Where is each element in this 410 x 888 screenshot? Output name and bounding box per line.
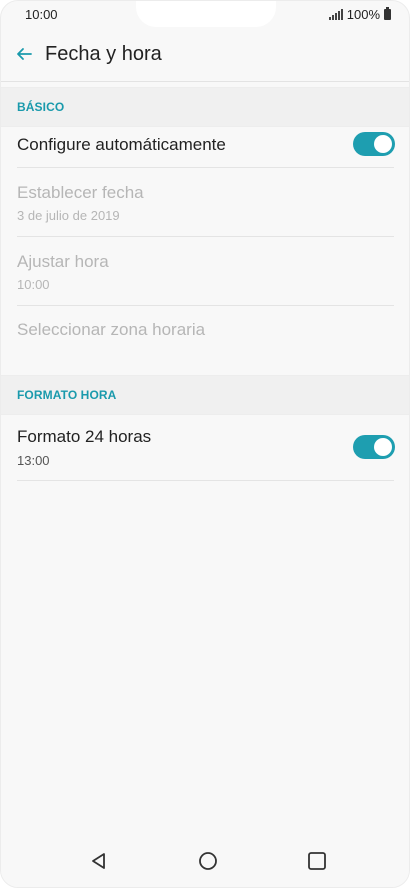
toggle-knob xyxy=(374,135,392,153)
setting-set-time[interactable]: Ajustar hora 10:00 xyxy=(17,237,394,306)
back-button[interactable] xyxy=(9,39,39,69)
nav-recents-button[interactable] xyxy=(292,835,342,887)
nav-back-button[interactable] xyxy=(74,835,124,887)
setting-set-date-value: 3 de julio de 2019 xyxy=(17,208,120,223)
square-recents-icon xyxy=(308,852,326,870)
section-title-formato-hora: FORMATO HORA xyxy=(17,388,117,402)
setting-auto-config-label: Configure automáticamente xyxy=(17,135,226,154)
setting-set-time-value: 10:00 xyxy=(17,277,50,292)
phone-screen: 10:00 100% Fecha y hora BÁSICO Configure… xyxy=(0,0,410,888)
triangle-back-icon xyxy=(92,853,105,869)
setting-set-date-label: Establecer fecha xyxy=(17,183,144,202)
nav-home-button[interactable] xyxy=(183,835,233,887)
setting-auto-config[interactable]: Configure automáticamente xyxy=(17,125,395,168)
section-basico: BÁSICO xyxy=(1,87,409,127)
24-hour-toggle[interactable] xyxy=(353,435,395,459)
camera-notch xyxy=(136,1,276,27)
signal-icon xyxy=(328,9,343,20)
battery-percentage: 100% xyxy=(346,7,380,22)
setting-timezone[interactable]: Seleccionar zona horaria xyxy=(17,306,394,354)
app-header: Fecha y hora xyxy=(1,29,409,82)
auto-config-toggle[interactable] xyxy=(353,132,395,156)
page-title: Fecha y hora xyxy=(45,43,162,65)
circle-home-icon xyxy=(199,852,217,870)
arrow-left-icon xyxy=(17,48,32,60)
battery-icon xyxy=(384,7,391,20)
toggle-knob xyxy=(374,438,392,456)
setting-set-date[interactable]: Establecer fecha 3 de julio de 2019 xyxy=(17,168,394,237)
status-time: 10:00 xyxy=(25,7,58,22)
setting-timezone-label: Seleccionar zona horaria xyxy=(17,320,206,339)
navigation-bar xyxy=(1,835,409,887)
section-formato-hora: FORMATO HORA xyxy=(1,375,409,415)
section-title-basico: BÁSICO xyxy=(17,100,65,114)
status-right-group: 100% xyxy=(328,7,391,22)
setting-set-time-label: Ajustar hora xyxy=(17,252,109,271)
status-bar: 10:00 100% xyxy=(1,1,409,29)
setting-24-hour-format-label: Formato 24 horas xyxy=(17,427,152,446)
setting-24-hour-format[interactable]: Formato 24 horas 13:00 xyxy=(17,413,395,481)
setting-24-hour-format-example: 13:00 xyxy=(17,453,50,468)
